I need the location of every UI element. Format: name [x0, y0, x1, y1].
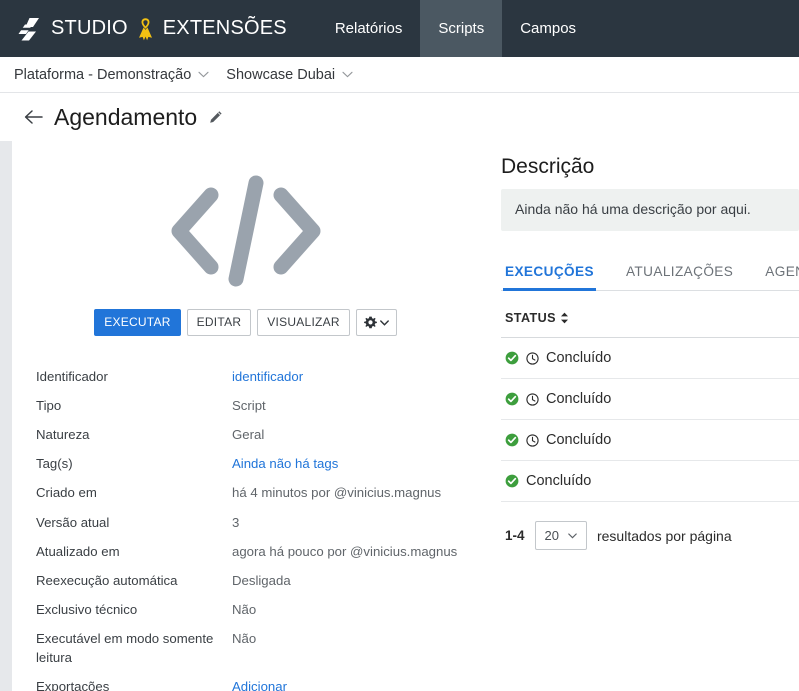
property-row-exclusivo-tecnico: Exclusivo técnico Não [36, 596, 461, 625]
breadcrumb-workspace-label: Showcase Dubai [226, 66, 336, 83]
hero-icon-area [12, 141, 479, 295]
page-title: Agendamento [54, 103, 198, 130]
tab-agenda[interactable]: AGENDA [763, 259, 799, 291]
property-value-link[interactable]: identificador [232, 368, 303, 386]
pencil-icon[interactable] [208, 110, 223, 125]
status-label: Concluído [546, 432, 612, 448]
tab-execucoes[interactable]: EXECUÇÕES [503, 259, 596, 291]
brand-group: STUDIO EXTENSÕES [16, 0, 297, 57]
clock-icon [526, 392, 539, 406]
property-row-executavel-somente-leitura: Executável em modo somente leitura Não [36, 625, 461, 672]
property-value: agora há pouco por @vinicius.magnus [232, 543, 458, 559]
top-navigation-bar: STUDIO EXTENSÕES Relatórios Scripts Camp… [0, 0, 799, 57]
property-list: Identificador identificador Tipo Script … [12, 362, 479, 691]
chevron-down-icon [379, 319, 389, 326]
code-brackets-icon [171, 175, 320, 287]
column-header-label: STATUS [505, 311, 556, 325]
property-label: Reexecução automática [36, 573, 178, 589]
edit-button[interactable]: EDITAR [186, 309, 252, 336]
property-label: Exclusivo técnico [36, 602, 138, 618]
brand-studio-label: STUDIO [51, 17, 128, 39]
right-panel: Descrição Ainda não há uma descrição por… [479, 141, 799, 691]
ribbon-icon [138, 17, 152, 40]
page-size-value: 20 [544, 528, 559, 543]
clock-icon [526, 433, 539, 447]
description-heading: Descrição [501, 155, 595, 178]
property-value-link[interactable]: Adicionar [232, 678, 287, 691]
chevron-down-icon [568, 532, 577, 539]
property-label: Natureza [36, 426, 90, 442]
status-label: Concluído [526, 473, 592, 489]
page-size-select[interactable]: 20 [534, 521, 587, 550]
property-row-tipo: Tipo Script [36, 391, 461, 420]
property-value: Desligada [232, 573, 291, 589]
nav-tab-relatorios[interactable]: Relatórios [317, 0, 421, 57]
property-value-link[interactable]: Ainda não há tags [232, 455, 338, 473]
property-value: há 4 minutos por @vinicius.magnus [232, 485, 442, 501]
main-content: EXECUTAR EDITAR VISUALIZAR Identificador… [0, 141, 799, 691]
property-label: Exportações [36, 678, 110, 691]
chevron-down-icon [198, 71, 209, 78]
property-row-tags: Tag(s) Ainda não há tags [36, 450, 461, 479]
property-row-reexecucao-automatica: Reexecução automática Desligada [36, 567, 461, 596]
property-value: Geral [232, 426, 265, 442]
property-value: 3 [232, 514, 240, 530]
description-box[interactable]: Ainda não há uma descrição por aqui. [501, 189, 799, 231]
execute-button[interactable]: EXECUTAR [94, 309, 181, 336]
breadcrumb-item-workspace[interactable]: Showcase Dubai [226, 67, 353, 83]
property-label: Identificador [36, 368, 108, 384]
script-detail-card: EXECUTAR EDITAR VISUALIZAR Identificador… [12, 141, 479, 691]
property-label: Tipo [36, 397, 62, 413]
property-row-versao-atual: Versão atual 3 [36, 508, 461, 537]
check-circle-icon [505, 351, 519, 365]
status-label: Concluído [546, 350, 612, 366]
bolt-logo-icon[interactable] [16, 16, 42, 42]
column-header-status[interactable]: STATUS [501, 291, 799, 338]
pagination-range: 1-4 [505, 528, 525, 543]
sort-updown-icon [560, 312, 568, 324]
property-row-exportacoes: Exportações Adicionar [36, 672, 461, 691]
check-circle-icon [505, 392, 519, 406]
breadcrumb-item-platform[interactable]: Plataforma - Demonstração [14, 67, 209, 83]
property-row-criado-em: Criado em há 4 minutos por @vinicius.mag… [36, 479, 461, 508]
status-label: Concluído [546, 391, 612, 407]
more-options-button[interactable] [355, 309, 397, 336]
table-row[interactable]: Concluído [501, 420, 799, 461]
property-row-atualizado-em: Atualizado em agora há pouco por @vinici… [36, 537, 461, 566]
property-value: Não [232, 631, 257, 647]
pagination: 1-4 20 resultados por página [501, 521, 799, 550]
page-title-bar: Agendamento [0, 93, 799, 141]
property-label: Tag(s) [36, 456, 73, 472]
pagination-label: resultados por página [596, 527, 732, 544]
property-label: Atualizado em [36, 543, 120, 559]
gear-icon [363, 316, 377, 329]
property-label: Executável em modo somente leitura [36, 631, 214, 665]
table-row[interactable]: Concluído [501, 461, 799, 502]
clock-icon [526, 351, 539, 365]
check-circle-icon [505, 433, 519, 447]
chevron-down-icon [342, 71, 353, 78]
action-button-group: EXECUTAR EDITAR VISUALIZAR [12, 309, 479, 336]
table-row[interactable]: Concluído [501, 338, 799, 379]
check-circle-icon [505, 474, 519, 488]
property-row-identificador: Identificador identificador [36, 362, 461, 391]
property-label: Versão atual [36, 514, 110, 530]
nav-tab-scripts[interactable]: Scripts [420, 0, 503, 57]
property-value: Não [232, 602, 257, 618]
property-value: Script [232, 397, 266, 413]
view-button[interactable]: VISUALIZAR [257, 309, 350, 336]
tab-atualizacoes[interactable]: ATUALIZAÇÕES [624, 259, 735, 291]
breadcrumb-platform-label: Plataforma - Demonstração [14, 66, 192, 83]
breadcrumb: Plataforma - Demonstração Showcase Dubai [0, 57, 799, 93]
table-row[interactable]: Concluído [501, 379, 799, 420]
primary-nav-tabs: Relatórios Scripts Campos [317, 0, 594, 57]
property-label: Criado em [36, 485, 97, 501]
detail-tabs: EXECUÇÕES ATUALIZAÇÕES AGENDA [501, 259, 799, 291]
property-row-natureza: Natureza Geral [36, 420, 461, 449]
nav-tab-campos[interactable]: Campos [502, 0, 594, 57]
back-arrow-icon[interactable] [24, 109, 43, 125]
brand-extensions-label: EXTENSÕES [162, 17, 287, 39]
